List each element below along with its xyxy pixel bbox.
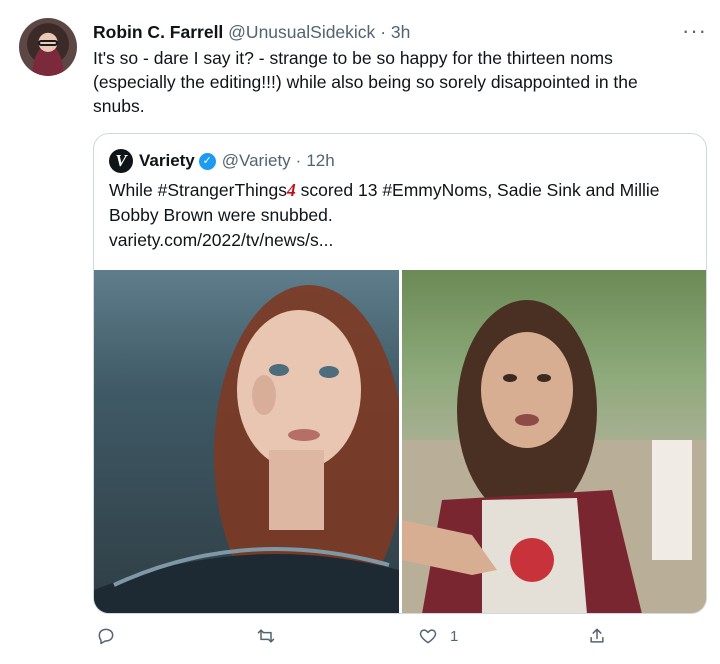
quote-text: While #StrangerThings4 scored 13 #EmmyNo…: [109, 178, 689, 253]
quoted-tweet[interactable]: V Variety ✓ @Variety · 12h While #Strang…: [93, 133, 707, 614]
photo-sadie-sink-illustration: [94, 285, 399, 613]
reply-action[interactable]: [96, 626, 128, 646]
retweet-icon: [257, 629, 275, 643]
photo-millie-bobby-brown-illustration: [402, 300, 706, 613]
photo-sadie-sink[interactable]: [94, 270, 399, 613]
quote-header: V Variety ✓ @Variety · 12h: [109, 149, 335, 173]
separator: ·: [380, 22, 387, 42]
like-count: 1: [450, 627, 459, 645]
more-options-icon[interactable]: ···: [682, 20, 707, 42]
quote-separator: ·: [295, 151, 302, 170]
tweet-header: Robin C. Farrell @UnusualSidekick · 3h: [93, 21, 410, 43]
quote-text-part1: While #StrangerThings: [109, 180, 287, 200]
avatar-glasses: [38, 40, 58, 46]
quote-timestamp: 12h: [306, 151, 335, 170]
author-handle[interactable]: @UnusualSidekick: [228, 22, 375, 42]
like-action[interactable]: 1: [418, 626, 458, 646]
photo-millie-bobby-brown[interactable]: [402, 270, 706, 613]
retweet-action[interactable]: [256, 626, 288, 646]
share-action[interactable]: [587, 626, 619, 646]
author-name[interactable]: Robin C. Farrell: [93, 22, 223, 42]
quote-author-handle: @Variety: [221, 151, 291, 170]
reply-icon: [98, 628, 114, 645]
tweet-text: It's so - dare I say it? - strange to be…: [93, 46, 693, 118]
timestamp[interactable]: 3h: [391, 22, 410, 42]
tweet-actions: 1: [93, 626, 613, 652]
variety-logo-icon: V: [109, 149, 133, 173]
share-icon: [590, 628, 604, 643]
tweet-body: It's so - dare I say it? - strange to be…: [93, 48, 638, 116]
quote-author-name: Variety: [139, 151, 195, 170]
avatar[interactable]: [19, 18, 77, 76]
verified-badge-icon: ✓: [198, 152, 216, 170]
stranger-things-4-emoji-icon: 4: [287, 180, 296, 200]
heart-icon: [419, 629, 437, 644]
quote-link: variety.com/2022/tv/news/s...: [109, 230, 334, 250]
